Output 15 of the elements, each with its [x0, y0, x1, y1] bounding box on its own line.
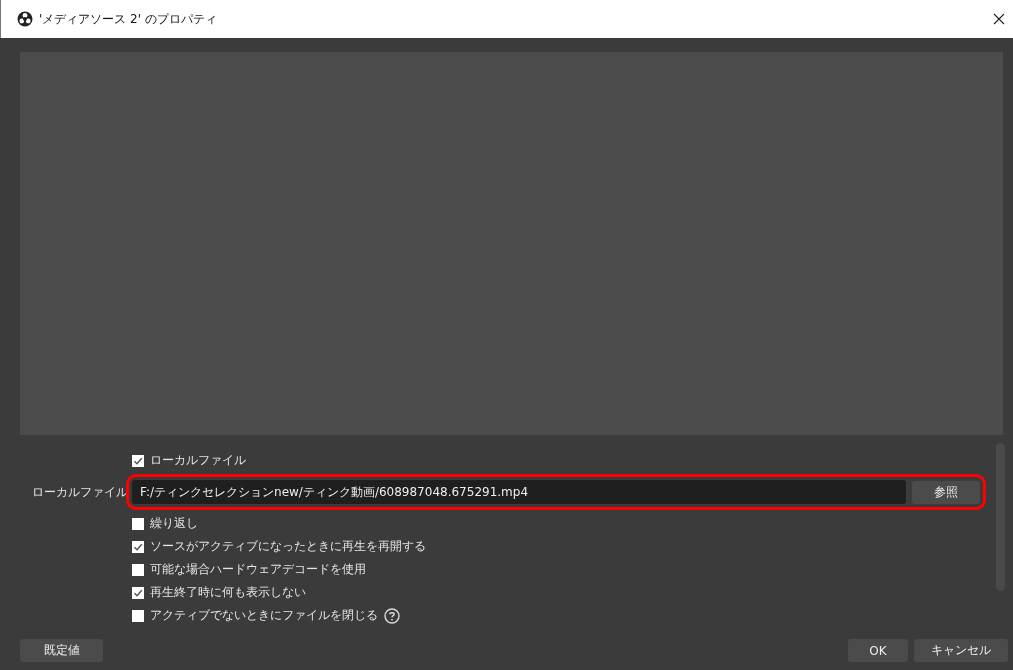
checkbox-label: アクティブでないときにファイルを閉じる [150, 607, 378, 624]
file-path-field[interactable]: F:/ティンクセレクションnew/ティンク動画/608987048.675291.mp4 [132, 480, 906, 504]
ok-button[interactable]: OK [848, 639, 908, 662]
help-icon[interactable] [384, 607, 400, 624]
cancel-button[interactable]: キャンセル [914, 639, 1008, 662]
app-logo-icon [17, 11, 33, 27]
checkbox-label: ローカルファイル [150, 452, 246, 469]
defaults-button[interactable]: 既定値 [20, 639, 103, 662]
checkbox-label: ソースがアクティブになったときに再生を再開する [150, 538, 426, 555]
checkbox-label: 繰り返し [150, 515, 198, 532]
checkbox-label: 再生終了時に何も表示しない [150, 584, 306, 601]
browse-button[interactable]: 参照 [912, 480, 980, 504]
window-title: 'メディアソース 2' のプロパティ [39, 10, 218, 28]
close-icon[interactable] [993, 13, 1005, 25]
checkbox-label: 可能な場合ハードウェアデコードを使用 [150, 561, 366, 578]
